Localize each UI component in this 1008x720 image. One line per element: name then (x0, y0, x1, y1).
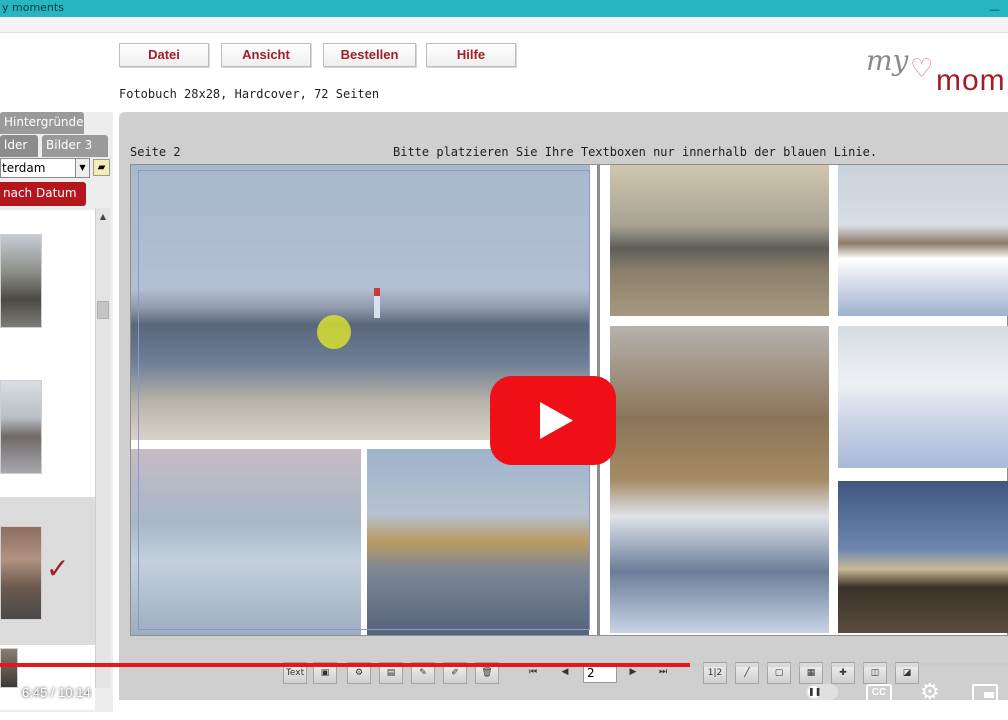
photo-frame[interactable] (131, 449, 361, 635)
chevron-down-icon[interactable]: ▼ (75, 159, 89, 177)
minimize-button[interactable]: — (989, 2, 1000, 17)
check-icon: ✓ (46, 552, 70, 585)
menu-ansicht[interactable]: Ansicht (221, 43, 311, 67)
tab-bilder-2[interactable]: lder 2 (0, 135, 38, 173)
photo-frame[interactable] (610, 165, 829, 316)
tab-bilder-3[interactable]: Bilder 3 (42, 135, 108, 157)
lighthouse-shape (374, 288, 380, 318)
brand-logo: my ♡ mom (866, 40, 1008, 100)
video-time: 6:45 / 10:14 (22, 685, 91, 700)
play-button[interactable] (490, 376, 616, 465)
folder-icon[interactable]: ▰ (93, 159, 110, 176)
menu-hilfe[interactable]: Hilfe (426, 43, 516, 67)
autoplay-toggle[interactable]: ❚❚ (806, 684, 838, 700)
logo-brand: mom (936, 64, 1006, 97)
folder-select-value: terdam (2, 161, 46, 175)
thumbnail-image[interactable] (0, 526, 42, 620)
thumbnail-image[interactable] (0, 380, 42, 474)
product-description: Fotobuch 28x28, Hardcover, 72 Seiten (119, 87, 380, 101)
pause-icon: ❚❚ (808, 686, 822, 698)
settings-icon[interactable]: ⚙ (920, 679, 940, 705)
logo-my: my (866, 44, 909, 77)
miniplayer-inner (984, 692, 994, 698)
textbox-hint: Bitte platzieren Sie Ihre Textboxen nur … (393, 145, 878, 159)
photo-frame[interactable] (838, 326, 1008, 468)
page-label: Seite 2 (130, 145, 181, 159)
video-progress-fill (0, 663, 690, 667)
scrollbar-thumb[interactable] (97, 301, 109, 319)
top-strip (0, 17, 1008, 33)
captions-button[interactable]: CC (866, 684, 892, 702)
window-titlebar: y moments — (0, 0, 1008, 17)
chevron-down-icon[interactable]: ⌄ (0, 684, 12, 701)
heart-icon: ♡ (910, 54, 934, 84)
play-icon (540, 402, 573, 439)
miniplayer-icon[interactable] (972, 684, 998, 702)
thumbnail-image[interactable] (0, 234, 42, 328)
menu-datei[interactable]: Datei (119, 43, 209, 67)
thumbnail-image[interactable] (0, 648, 18, 688)
photo-frame[interactable] (367, 449, 589, 635)
photo-frame[interactable] (610, 326, 829, 633)
window-title: y moments (2, 1, 64, 14)
tab-hintergruende[interactable]: Hintergründe (0, 112, 84, 134)
menu-bestellen[interactable]: Bestellen (323, 43, 416, 67)
thumbnail-scrollbar[interactable]: ▲ (95, 208, 110, 688)
scroll-up-icon[interactable]: ▲ (96, 210, 110, 224)
sort-by-date-button[interactable]: nach Datum (0, 182, 86, 206)
photo-frame[interactable] (838, 165, 1008, 316)
photo-frame[interactable] (838, 481, 1008, 633)
cursor-highlight (317, 315, 351, 349)
folder-select[interactable]: terdam ▼ (0, 158, 90, 178)
